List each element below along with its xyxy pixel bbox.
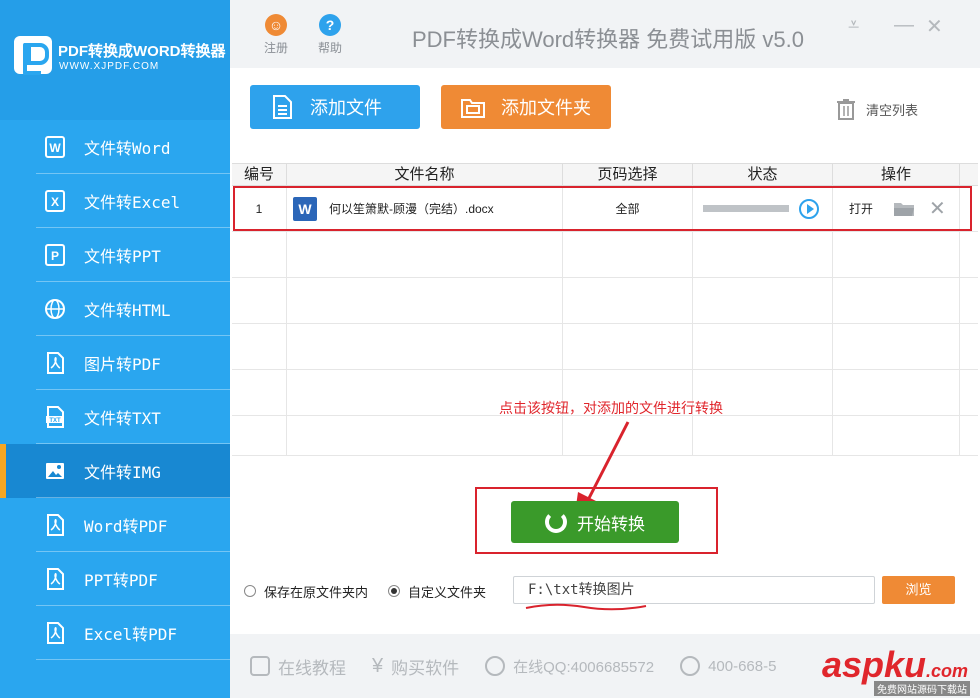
browse-button[interactable]: 浏览 bbox=[882, 576, 955, 604]
radio-original-folder[interactable] bbox=[244, 585, 256, 597]
globe-icon bbox=[42, 296, 68, 322]
qq-label: 在线QQ:4006685572 bbox=[513, 658, 655, 676]
start-convert-button[interactable]: 开始转换 bbox=[511, 501, 679, 543]
table-row-empty bbox=[232, 278, 978, 324]
sidebar-item-ppt-to-pdf[interactable]: PPT转PDF bbox=[0, 552, 230, 606]
clear-list-label: 清空列表 bbox=[866, 102, 919, 118]
help-label: 帮助 bbox=[317, 41, 342, 55]
pdf-icon bbox=[42, 350, 68, 376]
underline-mark bbox=[525, 603, 647, 611]
svg-text:X: X bbox=[51, 195, 59, 209]
sidebar-item-word-to-pdf[interactable]: Word转PDF bbox=[0, 498, 230, 552]
column-header-status: 状态 bbox=[693, 164, 833, 185]
minimize-icon[interactable]: ⩡ bbox=[848, 14, 859, 37]
sidebar-item-label: 文件转TXT bbox=[84, 409, 161, 428]
table-row-empty bbox=[232, 324, 978, 370]
help-icon: ? bbox=[319, 14, 341, 36]
buy-label: 购买软件 bbox=[391, 658, 460, 678]
image-icon bbox=[42, 458, 68, 484]
column-header-page: 页码选择 bbox=[563, 164, 693, 185]
close-icon[interactable]: ✕ bbox=[926, 14, 943, 39]
sidebar-item-label: 文件转HTML bbox=[84, 301, 171, 320]
sidebar-item-label: 文件转PPT bbox=[84, 247, 161, 266]
window-title: PDF转换成Word转换器 免费试用版 v5.0 bbox=[412, 27, 804, 52]
add-file-label: 添加文件 bbox=[310, 98, 382, 118]
sidebar-item-label: Excel转PDF bbox=[84, 625, 178, 644]
register-button[interactable]: ☺ 注册 bbox=[256, 14, 296, 56]
qq-link[interactable]: 在线QQ:4006685572 bbox=[485, 656, 654, 677]
clear-list-button[interactable]: 清空列表 bbox=[836, 98, 918, 120]
watermark-subtitle: 免费网站源码下载站 bbox=[874, 681, 970, 696]
svg-text:TXT: TXT bbox=[49, 418, 61, 424]
svg-text:W: W bbox=[49, 141, 61, 155]
document-icon bbox=[273, 95, 292, 119]
table-row-empty bbox=[232, 232, 978, 278]
sidebar-item-label: Word转PDF bbox=[84, 517, 168, 536]
column-header-name: 文件名称 bbox=[287, 164, 563, 185]
watermark-logo: aspku.com bbox=[821, 644, 968, 685]
refresh-icon bbox=[545, 511, 567, 533]
pdf-icon bbox=[42, 512, 68, 538]
sidebar: PDF转换成WORD转换器 WWW.XJPDF.COM W 文件转Word X … bbox=[0, 0, 230, 698]
table-header: 编号 文件名称 页码选择 状态 操作 bbox=[232, 164, 978, 186]
pdf-icon bbox=[42, 566, 68, 592]
logo-url: WWW.XJPDF.COM bbox=[59, 61, 160, 72]
phone-label: 400-668-5 bbox=[708, 657, 777, 675]
option-original-label: 保存在原文件夹内 bbox=[264, 584, 369, 600]
radio-custom-folder[interactable] bbox=[388, 585, 401, 597]
action-bar: 添加文件 添加文件夹 清空列表 bbox=[230, 68, 980, 160]
tutorial-link[interactable]: 在线教程 bbox=[250, 654, 346, 679]
svg-text:P: P bbox=[51, 249, 59, 263]
yen-icon: ¥ bbox=[372, 654, 384, 677]
add-file-button[interactable]: 添加文件 bbox=[250, 85, 420, 129]
add-folder-label: 添加文件夹 bbox=[501, 98, 591, 118]
sidebar-item-label: 文件转IMG bbox=[84, 463, 161, 482]
sidebar-item-img-to-pdf[interactable]: 图片转PDF bbox=[0, 336, 230, 390]
excel-icon: X bbox=[42, 188, 68, 214]
app-logo-icon bbox=[14, 36, 52, 75]
help-button[interactable]: ? 帮助 bbox=[310, 14, 350, 56]
sidebar-item-html[interactable]: 文件转HTML bbox=[0, 282, 230, 336]
sidebar-item-label: 图片转PDF bbox=[84, 355, 161, 374]
minimize-button[interactable]: — bbox=[894, 14, 914, 37]
sidebar-item-label: 文件转Excel bbox=[84, 193, 181, 212]
sidebar-item-excel-to-pdf[interactable]: Excel转PDF bbox=[0, 606, 230, 660]
tutorial-label: 在线教程 bbox=[278, 658, 346, 678]
buy-link[interactable]: ¥ 购买软件 bbox=[372, 654, 459, 679]
folder-icon bbox=[461, 99, 485, 118]
user-icon: ☺ bbox=[265, 14, 287, 36]
logo-area: PDF转换成WORD转换器 WWW.XJPDF.COM bbox=[0, 0, 230, 120]
word-icon: W bbox=[42, 134, 68, 160]
sidebar-item-txt[interactable]: TXT 文件转TXT bbox=[0, 390, 230, 444]
txt-icon: TXT bbox=[42, 404, 68, 430]
phone-icon bbox=[680, 656, 701, 676]
add-folder-button[interactable]: 添加文件夹 bbox=[441, 85, 611, 129]
sidebar-item-label: 文件转Word bbox=[84, 139, 171, 158]
column-header-no: 编号 bbox=[232, 164, 287, 185]
column-header-action: 操作 bbox=[833, 164, 960, 185]
start-convert-label: 开始转换 bbox=[577, 514, 645, 534]
book-icon bbox=[250, 656, 270, 676]
register-label: 注册 bbox=[263, 41, 288, 55]
trash-icon bbox=[837, 99, 855, 120]
annotation-text: 点击该按钮，对添加的文件进行转换 bbox=[499, 400, 723, 416]
sidebar-item-excel[interactable]: X 文件转Excel bbox=[0, 174, 230, 228]
sidebar-item-label: PPT转PDF bbox=[84, 571, 158, 590]
sidebar-item-img[interactable]: 文件转IMG bbox=[0, 444, 230, 498]
logo-title: PDF转换成WORD转换器 bbox=[58, 43, 226, 60]
ppt-icon: P bbox=[42, 242, 68, 268]
pdf-icon bbox=[42, 620, 68, 646]
sidebar-item-ppt[interactable]: P 文件转PPT bbox=[0, 228, 230, 282]
highlight-box-row bbox=[233, 186, 972, 231]
sidebar-nav: W 文件转Word X 文件转Excel P 文件转PPT 文件转HTML 图片… bbox=[0, 120, 230, 660]
sidebar-item-word[interactable]: W 文件转Word bbox=[0, 120, 230, 174]
option-custom-label: 自定义文件夹 bbox=[408, 584, 487, 600]
title-bar: ☺ 注册 ? 帮助 PDF转换成Word转换器 免费试用版 v5.0 ⩡ — ✕ bbox=[230, 0, 980, 68]
phone-link[interactable]: 400-668-5 bbox=[680, 656, 776, 676]
qq-icon bbox=[485, 656, 506, 676]
